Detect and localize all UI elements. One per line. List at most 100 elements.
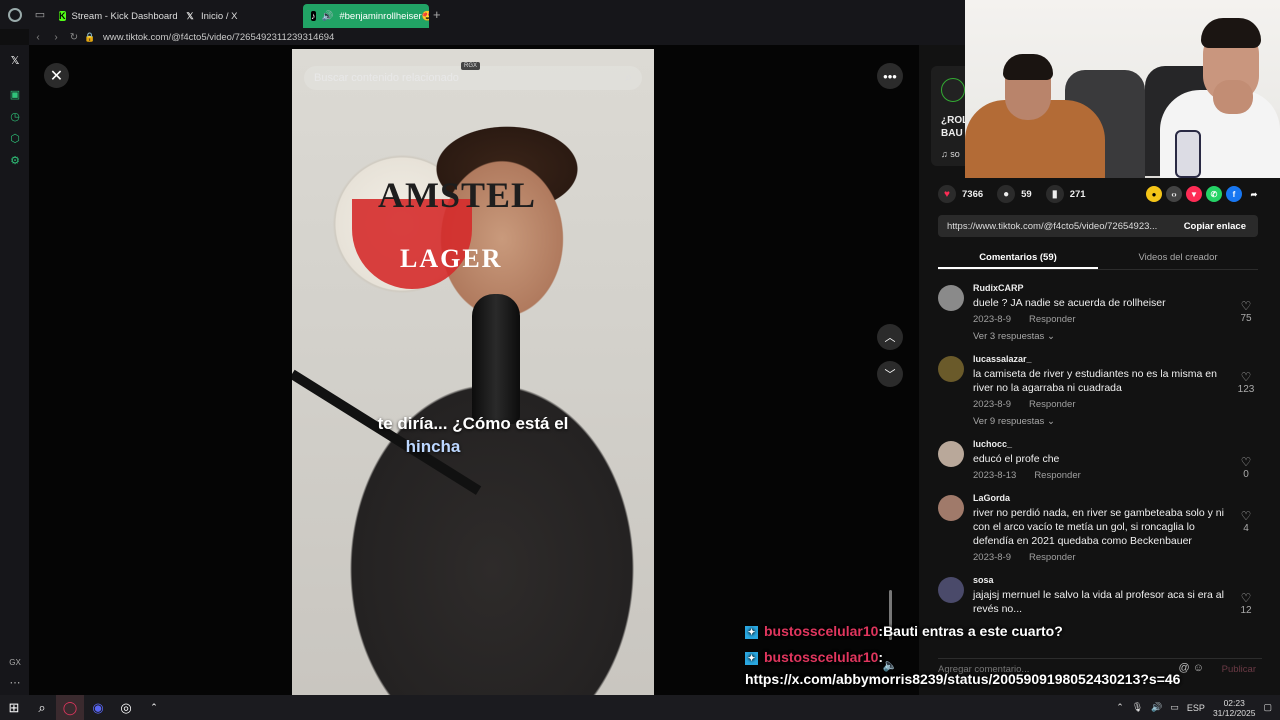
comment-like-count: 75 — [1240, 313, 1252, 324]
notifications-icon[interactable]: ▢ — [1263, 702, 1272, 713]
avatar[interactable] — [938, 495, 964, 521]
forward-icon[interactable]: › — [47, 32, 65, 43]
comment-user[interactable]: LaGorda — [973, 493, 1262, 503]
reply-button[interactable]: Responder — [1029, 314, 1075, 325]
comment-like[interactable]: ♡ 0 — [1236, 455, 1256, 480]
tab-creator-videos[interactable]: Videos del creador — [1098, 248, 1258, 269]
tab-kick-dashboard[interactable]: K Stream - Kick Dashboard — [51, 4, 177, 28]
search-placeholder: Buscar contenido relacionado — [314, 72, 459, 84]
comment-user[interactable]: sosa — [973, 575, 1262, 585]
comment-user[interactable]: lucassalazar_ — [973, 354, 1262, 364]
list-item: lucassalazar_ la camiseta de river y est… — [938, 354, 1262, 427]
comment-user[interactable]: luchocc_ — [973, 439, 1262, 449]
coin-icon[interactable]: ● — [1146, 186, 1162, 202]
comment-like[interactable]: ♡ 4 — [1236, 509, 1256, 534]
caption-line: te diría... ¿Cómo está el — [377, 414, 569, 433]
gx-corner-icon[interactable]: GX — [8, 655, 22, 669]
view-replies[interactable]: Ver 9 respuestas ⌄ — [973, 416, 1262, 427]
video-link[interactable]: https://www.tiktok.com/@f4cto5/video/726… — [938, 221, 1172, 232]
bookmark-icon: ▮ — [1045, 185, 1064, 203]
microphone-icon[interactable]: 🎙 — [1132, 702, 1143, 713]
heart-outline-icon: ♡ — [1240, 455, 1252, 469]
reply-button[interactable]: Responder — [1034, 470, 1080, 481]
video-player[interactable]: AMSTEL LAGER — [292, 49, 654, 695]
avatar[interactable] — [938, 441, 964, 467]
obs-icon[interactable]: ◎ — [112, 695, 140, 720]
person-right-hand — [1213, 80, 1253, 114]
tab-comments[interactable]: Comentarios (59) — [938, 248, 1098, 269]
emoji-icon[interactable]: @ ☺ — [1179, 662, 1204, 674]
comment-like[interactable]: ♡ 12 — [1236, 591, 1256, 616]
more-icon[interactable]: ⋯ — [8, 675, 22, 689]
discord-icon[interactable]: ◉ — [84, 695, 112, 720]
list-item: luchocc_ educó el profe che 2023-8-13 Res… — [938, 439, 1262, 481]
tab-x-home[interactable]: 𝕏 Inicio / X — [177, 4, 303, 28]
new-tab-button[interactable]: + — [433, 7, 441, 22]
clock[interactable]: 02:23 31/12/2025 — [1213, 698, 1256, 718]
kick-icon: K — [59, 11, 66, 21]
tray-chevron-icon[interactable]: ⌃ — [1116, 702, 1124, 713]
facebook-icon[interactable]: f — [1226, 186, 1242, 202]
x-sidebar-icon[interactable]: 𝕏 — [8, 53, 22, 67]
comment-user[interactable]: RudixCARP — [973, 283, 1262, 293]
publish-button[interactable]: Publicar — [1222, 664, 1256, 675]
comment-like[interactable]: ♡ 75 — [1236, 299, 1256, 324]
wallet-icon[interactable]: ▣ — [8, 87, 22, 101]
extensions-icon[interactable]: ⬡ — [8, 131, 22, 145]
next-video-button[interactable]: ﹀ — [877, 361, 903, 387]
search-icon[interactable]: ⌕ — [625, 70, 632, 85]
opera-gx-logo-icon[interactable] — [0, 0, 29, 29]
tab-menu-icon[interactable]: ▭ — [29, 0, 51, 29]
beer-brand-text: AMSTEL — [378, 175, 537, 215]
overflow-chevron-icon[interactable]: ⌃ — [140, 695, 168, 720]
comment-like-count: 4 — [1243, 523, 1249, 534]
reply-button[interactable]: Responder — [1029, 552, 1075, 563]
tiktok-icon: ♪ — [311, 11, 316, 21]
save-button[interactable]: ▮ 271 — [1045, 185, 1086, 203]
view-replies[interactable]: Ver 3 respuestas ⌄ — [973, 331, 1262, 342]
comment-meta: 2023-8-9 Responder — [973, 552, 1262, 563]
settings-icon[interactable]: ⚙ — [8, 153, 22, 167]
back-icon[interactable]: ‹ — [29, 32, 47, 43]
windows-start-icon[interactable]: ⊞ — [0, 695, 28, 720]
video-caption: te diría... ¿Cómo está el hincha — [292, 412, 654, 458]
comment-date: 2023-8-9 — [973, 399, 1012, 410]
opera-gx-taskbar-icon[interactable]: ◯ — [56, 695, 84, 720]
comment-count: 59 — [1021, 188, 1032, 200]
system-tray: ⌃ 🎙 🔊 ▭ ESP 02:23 31/12/2025 ▢ — [1116, 695, 1280, 720]
search-icon[interactable]: ⌕ — [28, 695, 56, 720]
volume-tray-icon[interactable]: 🔊 — [1151, 702, 1162, 713]
send-icon[interactable]: ▼ — [1186, 186, 1202, 202]
link-box: https://www.tiktok.com/@f4cto5/video/726… — [938, 215, 1258, 237]
clock-time: 02:23 — [1223, 697, 1245, 708]
embed-icon[interactable]: ‹› — [1166, 186, 1182, 202]
reply-button[interactable]: Responder — [1029, 399, 1075, 410]
like-count: 7366 — [962, 188, 984, 200]
sound-link[interactable]: ♫ so — [941, 149, 960, 159]
webcam-overlay — [965, 0, 1280, 178]
tab-tiktok[interactable]: ♪ 🔊 #benjaminrollheiser😍 — [303, 4, 429, 28]
comment-meta: 2023-8-13 Responder — [973, 470, 1262, 481]
like-button[interactable]: ♥ 7366 — [938, 185, 983, 203]
copy-link-button[interactable]: Copiar enlace — [1172, 221, 1258, 232]
more-options-button[interactable]: ••• — [877, 63, 903, 89]
close-button[interactable]: ✕ — [44, 63, 69, 88]
chevron-down-icon: ⌄ — [1046, 416, 1055, 427]
list-item: sosa jajajsj mernuel le salvo la vida al… — [938, 575, 1262, 616]
panel-tabs: Comentarios (59) Videos del creador — [938, 248, 1258, 270]
url-field[interactable]: www.tiktok.com/@f4cto5/video/72654923112… — [103, 32, 334, 43]
heart-icon: ♥ — [938, 185, 956, 203]
language-indicator[interactable]: ESP — [1187, 703, 1205, 713]
avatar[interactable] — [938, 285, 964, 311]
network-icon[interactable]: ▭ — [1170, 702, 1179, 713]
previous-video-button[interactable]: ︿ — [877, 324, 903, 350]
avatar[interactable] — [938, 356, 964, 382]
avatar[interactable] — [938, 577, 964, 603]
history-icon[interactable]: ◷ — [8, 109, 22, 123]
reload-icon[interactable]: ↻ — [65, 32, 83, 43]
share-arrow-icon[interactable]: ➦ — [1246, 186, 1262, 202]
whatsapp-icon[interactable]: ✆ — [1206, 186, 1222, 202]
comment-like[interactable]: ♡ 123 — [1236, 370, 1256, 395]
creator-avatar[interactable] — [941, 78, 965, 102]
comment-button[interactable]: ● 59 — [997, 185, 1032, 203]
